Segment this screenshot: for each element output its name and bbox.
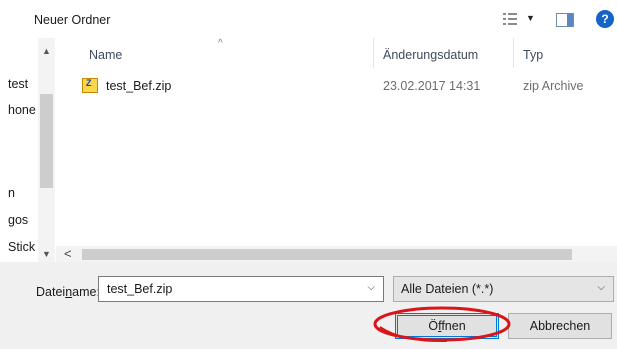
column-divider[interactable] [513,38,514,68]
column-header-date[interactable]: Änderungsdatum [383,48,478,62]
filename-input[interactable]: test_Bef.zip ⌵ [98,276,384,302]
nav-item-test[interactable]: test [8,77,38,91]
horizontal-scrollbar[interactable]: < [56,246,617,262]
column-header-name[interactable]: Name [89,48,122,62]
chevron-down-icon[interactable]: ⌵ [597,282,605,293]
new-folder-button[interactable]: Neuer Ordner [34,13,110,27]
chevron-down-icon[interactable]: ⌵ [367,282,375,293]
nav-item-phone[interactable]: hone [8,103,38,117]
scroll-down-icon[interactable]: ▼ [38,249,55,259]
filename-label-part: ame: [72,285,100,299]
column-divider[interactable] [373,38,374,68]
nav-item-n[interactable]: n [8,186,38,200]
filename-label: Dateiname: [36,285,100,299]
view-dropdown-icon[interactable]: ▼ [526,13,535,23]
scroll-left-icon[interactable]: < [64,246,72,262]
view-options-icon[interactable] [503,12,517,26]
filetype-value: Alle Dateien (*.*) [401,282,494,296]
sort-ascending-icon: ^ [218,38,223,49]
cancel-button[interactable]: Abbrechen [508,313,612,339]
horizontal-scroll-thumb[interactable] [82,249,572,260]
scroll-up-icon[interactable]: ▲ [38,46,55,56]
column-header-type[interactable]: Typ [523,48,543,62]
file-name: test_Bef.zip [106,79,172,93]
nav-scroll-thumb[interactable] [40,94,53,188]
filename-value: test_Bef.zip [107,282,173,296]
zip-file-icon [82,78,98,93]
file-type: zip Archive [523,79,584,93]
file-list-area [0,38,617,262]
file-date: 23.02.2017 14:31 [383,79,481,93]
file-row[interactable]: test_Bef.zip 23.02.2017 14:31 zip Archiv… [72,76,612,98]
filetype-select[interactable]: Alle Dateien (*.*) ⌵ [393,276,614,302]
nav-item-logos[interactable]: gos [8,213,38,227]
preview-pane-icon[interactable] [556,13,574,27]
nav-item-stick[interactable]: Stick [8,240,38,254]
help-icon[interactable]: ? [596,10,614,28]
nav-scrollbar[interactable]: ▲ ▼ [38,38,55,262]
filename-label-part: Datei [36,285,66,299]
cancel-button-label: Abbrechen [529,319,591,333]
highlight-ellipse [373,306,511,343]
